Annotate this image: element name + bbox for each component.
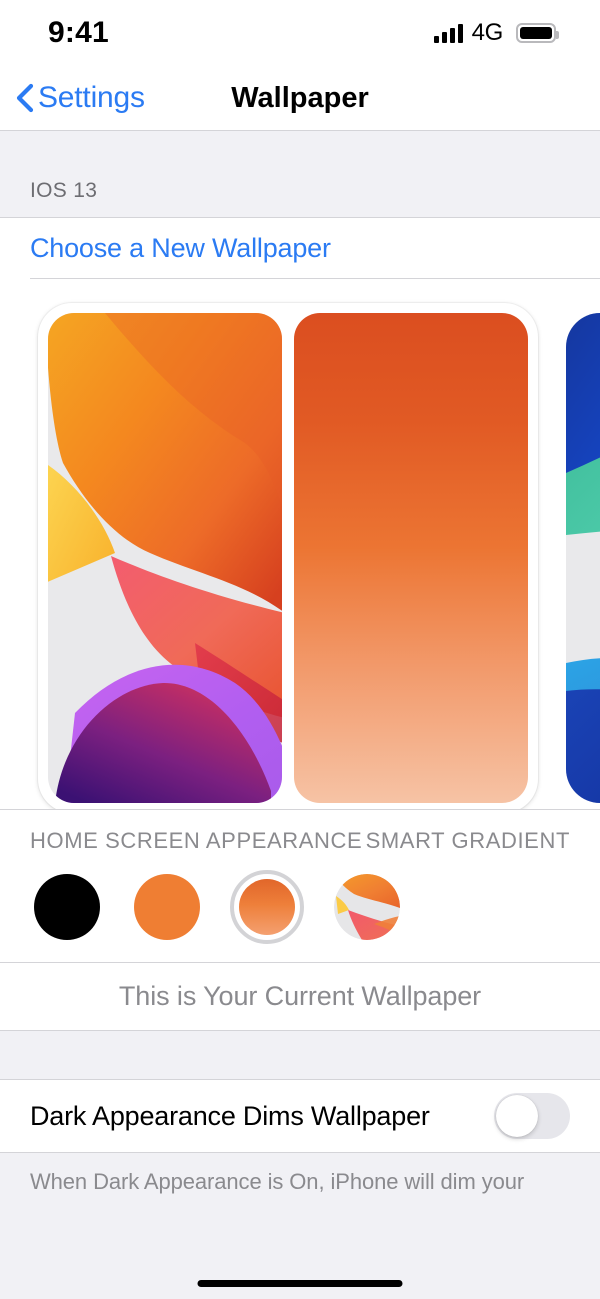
swatch-black[interactable]: [30, 870, 104, 944]
signal-bars-icon: [433, 23, 463, 43]
current-wallpaper-caption: This is Your Current Wallpaper: [118, 981, 482, 1011]
section-header-ios13: IOS 13: [0, 179, 600, 218]
blue-green-flow-art: [566, 313, 600, 803]
appearance-section: HOME SCREEN APPEARANCE SMART GRADIENT: [0, 809, 600, 962]
current-wallpaper-card[interactable]: [38, 303, 538, 809]
wallpaper-preview-lock-screen[interactable]: [48, 313, 282, 803]
dark-appearance-dims-wallpaper-label: Dark Appearance Dims Wallpaper: [30, 1100, 430, 1131]
ios13-light-flow-art: [48, 313, 282, 803]
chevron-left-icon: [14, 83, 36, 113]
bottom-safe-area: [0, 1200, 600, 1299]
home-indicator[interactable]: [197, 1280, 403, 1287]
back-button-label: Settings: [38, 81, 145, 114]
back-button[interactable]: Settings: [0, 81, 145, 115]
network-type-label: 4G: [471, 19, 504, 46]
swatch-wallpaper-photo-thumb: [334, 874, 400, 940]
section-top-gap: [0, 131, 600, 179]
switch-knob: [496, 1095, 538, 1137]
swatch-wallpaper-photo[interactable]: [330, 870, 404, 944]
blue-green-flow-preview[interactable]: [566, 313, 600, 803]
battery-full-icon: [516, 23, 559, 43]
swatch-orange-gradient-color: [239, 879, 295, 935]
appearance-swatch-list: [30, 870, 570, 962]
appearance-labels: HOME SCREEN APPEARANCE SMART GRADIENT: [30, 828, 570, 854]
choose-new-wallpaper-row[interactable]: Choose a New Wallpaper: [0, 218, 600, 278]
swatch-orange[interactable]: [130, 870, 204, 944]
dark-appearance-dims-wallpaper-row[interactable]: Dark Appearance Dims Wallpaper: [0, 1080, 600, 1152]
current-wallpaper-caption-row: This is Your Current Wallpaper: [0, 962, 600, 1030]
navigation-bar: Settings Wallpaper: [0, 66, 600, 131]
wallpaper-preview-home-screen[interactable]: [294, 313, 528, 803]
wallpaper-preview-area: [0, 279, 600, 809]
status-bar: 9:41 4G: [0, 0, 600, 66]
status-bar-indicators: 4G: [433, 19, 559, 47]
orange-gradient-art: [294, 313, 528, 803]
status-bar-time: 9:41: [48, 16, 109, 49]
section-gap: [0, 1030, 600, 1080]
wallpaper-thumbnail-art: [334, 874, 400, 940]
wallpaper-preview-next[interactable]: [566, 313, 600, 803]
swatch-orange-color: [134, 874, 200, 940]
wallpaper-preview-strip[interactable]: [0, 303, 600, 809]
settings-wallpaper-screen: 9:41 4G Settings Wallpaper IOS 13 Choose…: [0, 0, 600, 1299]
swatch-orange-gradient[interactable]: [230, 870, 304, 944]
dark-appearance-dims-wallpaper-switch[interactable]: [494, 1093, 570, 1139]
choose-new-wallpaper-label: Choose a New Wallpaper: [30, 232, 331, 263]
smart-gradient-label: SMART GRADIENT: [365, 828, 570, 853]
swatch-black-color: [34, 874, 100, 940]
home-screen-appearance-label: HOME SCREEN APPEARANCE: [30, 828, 363, 853]
